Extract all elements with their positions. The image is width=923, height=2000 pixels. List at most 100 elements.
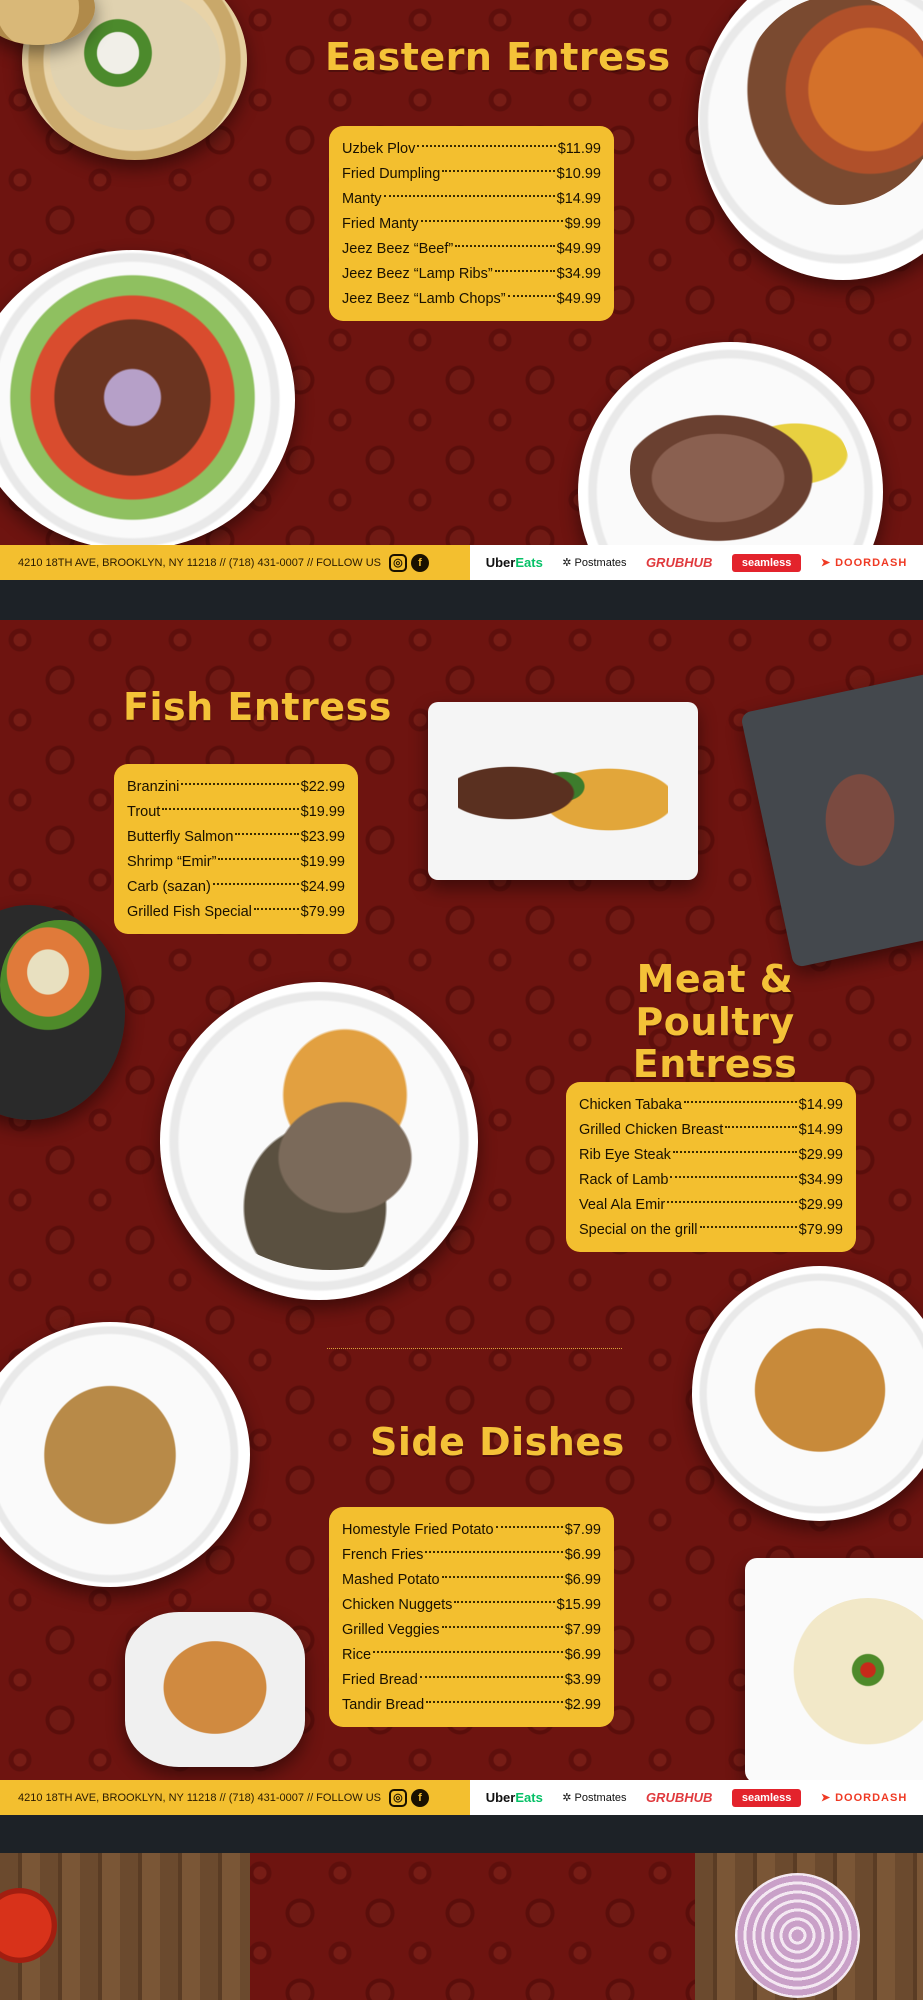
menu-item-price: $34.99 (556, 266, 601, 282)
dot-leader (383, 195, 555, 197)
dot-leader (235, 833, 299, 835)
kebab-food (0, 270, 265, 525)
menu-item-price: $10.99 (556, 166, 601, 182)
menu-item-name: Shrimp “Emir” (127, 854, 217, 870)
dot-leader (417, 145, 556, 147)
dot-leader (725, 1126, 797, 1128)
menu-item-price: $3.99 (564, 1672, 601, 1688)
menu-item-name: Homestyle Fried Potato (342, 1522, 494, 1538)
dot-leader (507, 295, 555, 297)
menu-item: Fried Dumpling $10.99 (342, 162, 601, 187)
postmates-logo[interactable]: ✲ Postmates (562, 1791, 626, 1804)
menu-item: Uzbek Plov $11.99 (342, 137, 601, 162)
dot-leader (426, 1701, 563, 1703)
menu-item: Rice $6.99 (342, 1643, 601, 1668)
delivery-logos: UberEats ✲ Postmates GRUBHUB seamless ➤ … (470, 545, 923, 580)
facebook-icon[interactable]: f (410, 553, 429, 572)
doordash-logo[interactable]: ➤ DOORDASH (821, 556, 907, 569)
nuggets-food (140, 1620, 290, 1755)
menu-item-name: Trout (127, 804, 161, 820)
instagram-icon[interactable]: ◎ (388, 553, 407, 572)
menu-item-price: $6.99 (564, 1572, 601, 1588)
menu-item-name: Grilled Chicken Breast (579, 1122, 724, 1138)
menu-item: Mashed Potato $6.99 (342, 1568, 601, 1593)
shrimp-food (0, 920, 120, 1050)
menu-item-price: $79.99 (798, 1222, 843, 1238)
menu-item-name: Grilled Veggies (342, 1622, 440, 1638)
menu-item-price: $6.99 (564, 1647, 601, 1663)
lamb-food (630, 390, 850, 545)
sides-title: Side Dishes (370, 1420, 625, 1464)
footer-contact: 4210 18TH AVE, BROOKLYN, NY 11218 // (71… (0, 1780, 470, 1815)
menu-item-price: $24.99 (300, 879, 345, 895)
dot-leader (419, 1676, 563, 1678)
seamless-logo[interactable]: seamless (731, 1788, 802, 1807)
menu-item: Manty $14.99 (342, 187, 601, 212)
menu-item: Rib Eye Steak $29.99 (579, 1143, 843, 1168)
menu-item-price: $34.99 (798, 1172, 843, 1188)
menu-item-name: Grilled Fish Special (127, 904, 252, 920)
grilled-fish-food (180, 1020, 480, 1270)
onion-image (735, 1873, 860, 1998)
menu-item-name: French Fries (342, 1547, 424, 1563)
footer-contact-text: 4210 18TH AVE, BROOKLYN, NY 11218 // (71… (18, 1791, 381, 1804)
delivery-logos: UberEats ✲ Postmates GRUBHUB seamless ➤ … (470, 1780, 923, 1815)
menu-item: Trout $19.99 (127, 800, 345, 825)
menu-item-name: Jeez Beez “Lamp Ribs” (342, 266, 493, 282)
meat-title: Meat & Poultry Entress (570, 958, 860, 1086)
menu-item-name: Butterfly Salmon (127, 829, 234, 845)
postmates-logo[interactable]: ✲ Postmates (562, 556, 626, 569)
grubhub-logo[interactable]: GRUBHUB (646, 555, 712, 570)
dot-leader (373, 1651, 563, 1653)
menu-item: Butterfly Salmon $23.99 (127, 825, 345, 850)
menu-item: Rack of Lamb $34.99 (579, 1168, 843, 1193)
menu-item: Jeez Beez “Lamp Ribs” $34.99 (342, 262, 601, 287)
menu-item-price: $11.99 (557, 141, 601, 157)
dot-leader (253, 908, 299, 910)
menu-item-price: $29.99 (798, 1147, 843, 1163)
lamb-chops-food (800, 740, 920, 900)
menu-item-name: Fried Dumpling (342, 166, 441, 182)
dot-leader (672, 1151, 797, 1153)
seamless-logo[interactable]: seamless (731, 553, 802, 572)
section-divider (327, 1348, 622, 1349)
menu-item-price: $22.99 (300, 779, 345, 795)
meat-menu-box: Chicken Tabaka $14.99 Grilled Chicken Brea… (566, 1082, 856, 1252)
menu-item-name: Chicken Tabaka (579, 1097, 682, 1113)
ubereats-logo[interactable]: UberEats (486, 555, 543, 570)
menu-item: Jeez Beez “Beef” $49.99 (342, 237, 601, 262)
menu-item-name: Special on the grill (579, 1222, 698, 1238)
menu-item-name: Chicken Nuggets (342, 1597, 453, 1613)
menu-item-price: $49.99 (556, 291, 601, 307)
dot-leader (218, 858, 299, 860)
menu-item: Fried Bread $3.99 (342, 1668, 601, 1693)
social-icons: ◎ f (388, 553, 429, 572)
dot-leader (699, 1226, 797, 1228)
dot-leader (425, 1551, 563, 1553)
fries-food (725, 1300, 915, 1480)
steak-food (458, 728, 668, 858)
dot-leader (441, 1626, 563, 1628)
menu-item-price: $6.99 (564, 1547, 601, 1563)
menu-item-name: Jeez Beez “Beef” (342, 241, 454, 257)
menu-item: Tandir Bread $2.99 (342, 1693, 601, 1718)
menu-item: Veal Ala Emir $29.99 (579, 1193, 843, 1218)
ubereats-logo[interactable]: UberEats (486, 1790, 543, 1805)
facebook-icon[interactable]: f (410, 1788, 429, 1807)
menu-item: Jeez Beez “Lamb Chops” $49.99 (342, 287, 601, 312)
dot-leader (441, 1576, 563, 1578)
separator-band (0, 1815, 923, 1853)
instagram-icon[interactable]: ◎ (388, 1788, 407, 1807)
grubhub-logo[interactable]: GRUBHUB (646, 1790, 712, 1805)
doordash-logo[interactable]: ➤ DOORDASH (821, 1791, 907, 1804)
menu-item-name: Fried Manty (342, 216, 419, 232)
eastern-title: Eastern Entress (325, 35, 671, 79)
eastern-menu-box: Uzbek Plov $11.99 Fried Dumpling $10.99 Mant… (329, 126, 614, 321)
main-menu-panel: Fish Entress Branzini $22.99 Trout $19.99 Bu… (0, 620, 923, 1780)
menu-item-name: Manty (342, 191, 382, 207)
dot-leader (670, 1176, 797, 1178)
menu-item: Homestyle Fried Potato $7.99 (342, 1518, 601, 1543)
fish-title: Fish Entress (123, 685, 392, 729)
menu-item: Grilled Fish Special $79.99 (127, 900, 345, 925)
menu-item: Chicken Tabaka $14.99 (579, 1093, 843, 1118)
